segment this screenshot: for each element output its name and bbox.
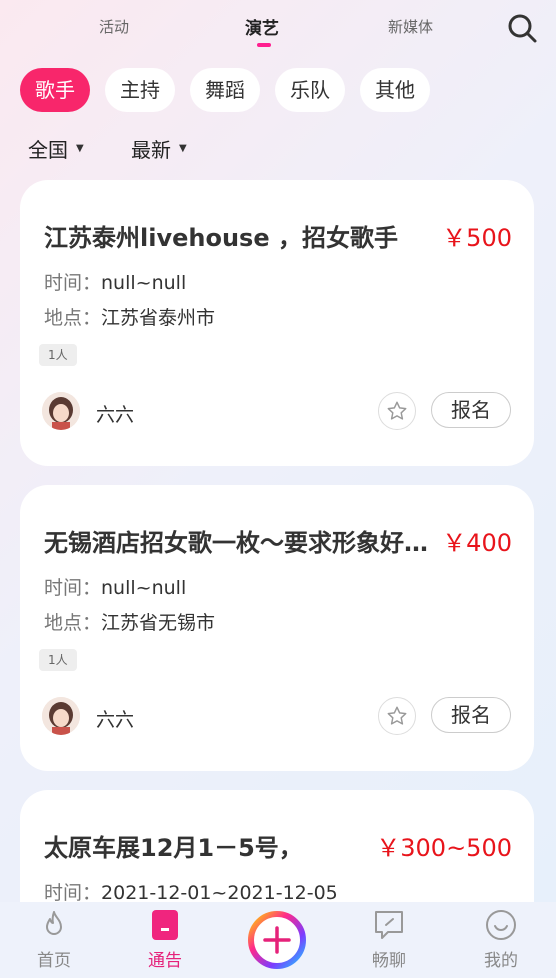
- tab-new-media[interactable]: 新媒体: [388, 16, 433, 37]
- post-time: null~null: [101, 577, 187, 599]
- caret-down-icon: ▼: [76, 143, 84, 154]
- region-filter[interactable]: 全国 ▼: [28, 134, 84, 163]
- plus-icon: [248, 911, 306, 969]
- post-price: ￥400: [442, 529, 512, 557]
- chat-icon: [375, 911, 403, 939]
- location-label: 地点：: [44, 307, 102, 329]
- post-card[interactable]: 江苏泰州livehouse ，招女歌手 ￥500 时间：null~null 地点…: [20, 180, 534, 466]
- chip-host[interactable]: 主持: [105, 68, 175, 112]
- region-filter-label: 全国: [28, 138, 68, 162]
- apply-button[interactable]: 报名: [431, 697, 511, 733]
- post-location: 江苏省泰州市: [101, 307, 216, 329]
- post-location-row: 地点：江苏省泰州市: [44, 303, 215, 330]
- active-tab-indicator: [257, 43, 271, 47]
- star-icon: [387, 401, 407, 420]
- avatar[interactable]: [42, 392, 80, 430]
- post-location: 江苏省无锡市: [101, 612, 216, 634]
- nav-notice[interactable]: 通告: [125, 908, 205, 971]
- favorite-button[interactable]: [378, 697, 416, 735]
- flame-icon: [46, 911, 62, 935]
- chip-other[interactable]: 其他: [360, 68, 430, 112]
- chip-band[interactable]: 乐队: [275, 68, 345, 112]
- time-label: 时间：: [44, 577, 102, 599]
- people-count-tag: 1人: [39, 344, 77, 366]
- nav-profile-label: 我的: [484, 951, 518, 971]
- post-location-row: 地点：江苏省无锡市: [44, 608, 215, 635]
- star-icon: [387, 706, 407, 725]
- chip-dance[interactable]: 舞蹈: [190, 68, 260, 112]
- sort-filter[interactable]: 最新 ▼: [131, 134, 187, 163]
- nav-chat[interactable]: 畅聊: [349, 908, 429, 971]
- post-time-row: 时间：2021-12-01~2021-12-05: [44, 878, 338, 905]
- notice-icon: [152, 910, 178, 940]
- username[interactable]: 六六: [96, 705, 134, 732]
- chip-singer[interactable]: 歌手: [20, 68, 90, 112]
- profile-icon: [486, 910, 516, 940]
- post-price: ￥500: [442, 224, 512, 252]
- people-count-tag: 1人: [39, 649, 77, 671]
- tab-activity[interactable]: 活动: [99, 16, 129, 37]
- apply-button[interactable]: 报名: [431, 392, 511, 428]
- time-label: 时间：: [44, 272, 102, 294]
- avatar[interactable]: [42, 697, 80, 735]
- bottom-nav: 首页 通告 畅聊 我的: [0, 902, 556, 978]
- add-post-button[interactable]: [247, 910, 307, 970]
- username[interactable]: 六六: [96, 400, 134, 427]
- post-title: 无锡酒店招女歌一枚～要求形象好，气质佳: [44, 529, 434, 557]
- location-label: 地点：: [44, 612, 102, 634]
- nav-chat-label: 畅聊: [372, 951, 406, 971]
- post-time: 2021-12-01~2021-12-05: [101, 882, 338, 904]
- category-chips: 歌手 主持 舞蹈 乐队 其他: [20, 68, 430, 112]
- nav-home[interactable]: 首页: [14, 908, 94, 971]
- post-card[interactable]: 无锡酒店招女歌一枚～要求形象好，气质佳 ￥400 时间：null~null 地点…: [20, 485, 534, 771]
- search-icon[interactable]: [506, 12, 538, 44]
- nav-profile[interactable]: 我的: [461, 908, 541, 971]
- post-time-row: 时间：null~null: [44, 573, 186, 600]
- post-price: ￥300~500: [376, 834, 512, 862]
- post-time-row: 时间：null~null: [44, 268, 186, 295]
- caret-down-icon: ▼: [179, 143, 187, 154]
- post-time: null~null: [101, 272, 187, 294]
- tab-performance[interactable]: 演艺: [245, 14, 279, 39]
- post-title: 江苏泰州livehouse ，招女歌手: [44, 224, 398, 252]
- top-tab-bar: 活动 演艺 新媒体: [0, 0, 556, 56]
- nav-notice-label: 通告: [148, 951, 182, 971]
- sort-filter-label: 最新: [131, 138, 171, 162]
- nav-home-label: 首页: [37, 951, 71, 971]
- time-label: 时间：: [44, 882, 102, 904]
- favorite-button[interactable]: [378, 392, 416, 430]
